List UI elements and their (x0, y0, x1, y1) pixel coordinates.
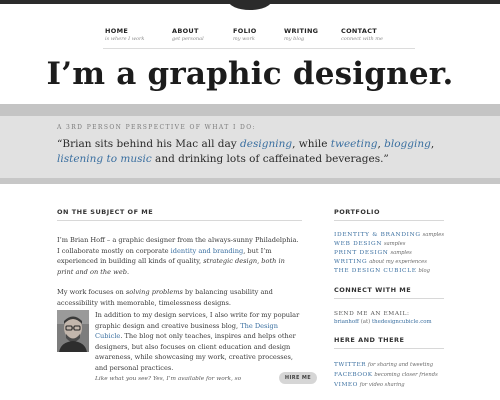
blogging-link[interactable]: blogging (384, 138, 431, 150)
profile-photo (57, 310, 89, 352)
portfolio-item-desc: samples (390, 250, 412, 256)
portfolio-list: IDENTITY & BRANDING samples WEB DESIGN s… (334, 231, 444, 276)
nav-writing[interactable]: WRITING my blog (284, 27, 318, 42)
about-title: ON THE SUBJECT OF ME (57, 208, 302, 221)
hero-title: I’m a graphic designer. (46, 56, 454, 92)
portfolio-item[interactable]: WEB DESIGN samples (334, 240, 444, 249)
portfolio-item[interactable]: PRINT DESIGN samples (334, 249, 444, 258)
nav-home-sub: is where I work (105, 36, 145, 42)
nav-about-label: ABOUT (172, 27, 199, 35)
nav-contact[interactable]: CONTACT connect with me (341, 27, 383, 42)
para-emphasis: solving problems (125, 288, 183, 296)
intro-eyebrow: A 3RD PERSON PERSPECTIVE OF WHAT I DO: (57, 124, 256, 131)
portfolio-item-name[interactable]: PRINT DESIGN (334, 250, 389, 256)
portfolio-item-name[interactable]: WEB DESIGN (334, 241, 382, 247)
social-item[interactable]: VIMEO for video sharing (334, 380, 444, 390)
email-label: SEND ME AN EMAIL: (334, 311, 410, 317)
email-user[interactable]: brianhoff (334, 319, 359, 325)
para-text: My work focuses on (57, 288, 126, 296)
nav-folio-sub: my work (233, 36, 255, 42)
hire-prompt: Like what you see? Yes, I’m available fo… (95, 376, 242, 382)
about-paragraph-2: My work focuses on solving problems by b… (57, 287, 302, 308)
portfolio-item[interactable]: THE DESIGN CUBICLE blog (334, 267, 444, 276)
intro-band-top (0, 104, 500, 116)
social-list: TWITTER for sharing and tweeting FACEBOO… (334, 360, 444, 390)
intro-quote: “Brian sits behind his Mac all day desig… (57, 137, 457, 167)
about-paragraph-3: In addition to my design services, I als… (95, 310, 302, 373)
nav-home[interactable]: HOME is where I work (105, 27, 144, 42)
here-and-there-title: HERE AND THERE (334, 336, 444, 349)
portfolio-item-desc: about my experiences (369, 259, 427, 265)
tweeting-link[interactable]: tweeting (331, 138, 378, 150)
social-item-name[interactable]: TWITTER (334, 362, 366, 368)
portfolio-item-desc: samples (383, 241, 406, 247)
para-text: . The blog not only teaches, inspires an… (95, 332, 296, 372)
nav-folio-label: FOLIO (233, 27, 257, 35)
sidebar: PORTFOLIO IDENTITY & BRANDING samples WE… (334, 208, 444, 390)
identity-branding-link[interactable]: identity and branding (171, 247, 244, 255)
portfolio-item-name[interactable]: IDENTITY & BRANDING (334, 232, 421, 238)
designing-link[interactable]: designing (240, 138, 292, 150)
social-item-desc: becoming closer friends (374, 372, 438, 378)
listening-to-music-link[interactable]: listening to music (57, 153, 152, 165)
social-item-name[interactable]: VIMEO (334, 382, 358, 388)
nav-home-label: HOME (105, 27, 129, 35)
portfolio-title: PORTFOLIO (334, 208, 444, 221)
email-domain[interactable]: thedesigncubicle.com (372, 319, 432, 325)
intro-band-bottom (0, 178, 500, 184)
profile-photo-image (57, 310, 89, 352)
quote-text: , (430, 138, 435, 150)
email-link[interactable]: brianhoff (at) thedesigncubicle.com (334, 319, 444, 325)
email-at: (at) (358, 319, 372, 325)
nav-contact-sub: connect with me (341, 36, 384, 42)
nav-about[interactable]: ABOUT get personal (172, 27, 204, 42)
portfolio-item-name[interactable]: THE DESIGN CUBICLE (334, 268, 417, 274)
portfolio-item-desc: blog (418, 268, 430, 274)
portfolio-item-name[interactable]: WRITING (334, 259, 367, 265)
social-item-desc: for sharing and tweeting (367, 362, 434, 368)
nav-writing-sub: my blog (284, 36, 305, 42)
nav-about-sub: get personal (172, 36, 204, 42)
portfolio-item[interactable]: IDENTITY & BRANDING samples (334, 231, 444, 240)
hire-me-button[interactable]: HIRE ME (279, 372, 317, 384)
about-section: ON THE SUBJECT OF ME I’m Brian Hoff – a … (57, 208, 317, 384)
main-nav: HOME is where I work ABOUT get personal … (103, 27, 415, 49)
social-item[interactable]: FACEBOOK becoming closer friends (334, 370, 444, 380)
social-item[interactable]: TWITTER for sharing and tweeting (334, 360, 444, 370)
portfolio-item[interactable]: WRITING about my experiences (334, 258, 444, 267)
social-item-name[interactable]: FACEBOOK (334, 372, 373, 378)
social-item-desc: for video sharing (359, 382, 405, 388)
quote-text: “Brian sits behind his Mac all day (57, 138, 241, 150)
portfolio-item-desc: samples (422, 232, 444, 238)
nav-folio[interactable]: FOLIO my work (233, 27, 257, 42)
quote-text: , while (292, 138, 331, 150)
quote-text: and drinking lots of caffeinated beverag… (151, 153, 389, 165)
nav-writing-label: WRITING (284, 27, 319, 35)
about-paragraph-1: I’m Brian Hoff – a graphic designer from… (57, 235, 302, 277)
logo-notch (228, 0, 272, 10)
connect-title: CONNECT WITH ME (334, 286, 444, 299)
nav-contact-label: CONTACT (341, 27, 377, 35)
